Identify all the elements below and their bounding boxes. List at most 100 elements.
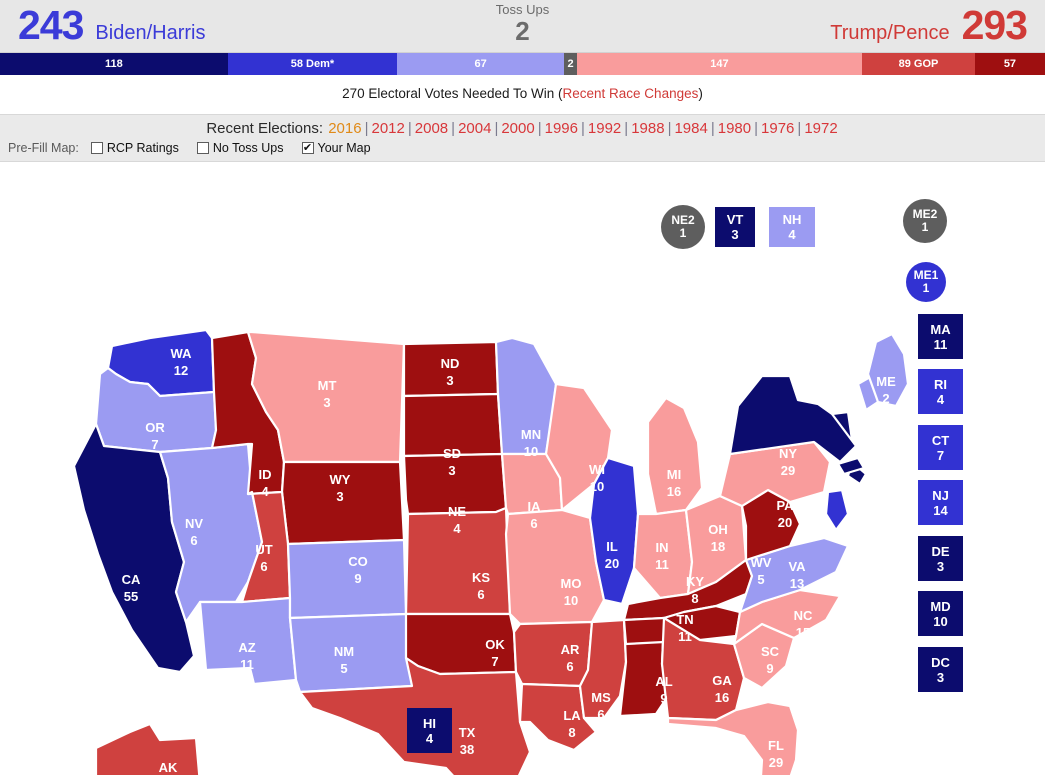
prefill-option-your-map[interactable]: ✔ Your Map xyxy=(301,141,371,155)
state-abbr-wv: WV xyxy=(751,555,772,570)
state-votes-ny: 29 xyxy=(781,463,795,478)
state-votes-il: 20 xyxy=(605,556,619,571)
bar-segment-label: 118 xyxy=(105,58,123,70)
box-state-abbr: CT xyxy=(931,432,950,448)
state-votes-tx: 38 xyxy=(460,742,474,757)
state-votes-mi: 16 xyxy=(667,484,681,499)
box-state-abbr: NJ xyxy=(932,487,949,503)
box-state-ma[interactable]: MA 11 xyxy=(918,314,963,359)
votes-needed-text-before: 270 Electoral Votes Needed To Win ( xyxy=(342,86,563,101)
state-votes-wi: 10 xyxy=(590,479,604,494)
election-year-1992[interactable]: 1992 xyxy=(587,120,622,137)
election-year-1972[interactable]: 1972 xyxy=(803,120,838,137)
circle-state-me1[interactable]: ME1 1 xyxy=(906,262,946,302)
bar-segment-5: 89 GOP xyxy=(862,53,975,75)
election-year-2016[interactable]: 2016 xyxy=(327,120,362,137)
prefill-option-label: RCP Ratings xyxy=(106,141,179,155)
circle-state-ne2[interactable]: NE2 1 xyxy=(661,205,705,249)
state-abbr-nc: NC xyxy=(794,608,813,623)
state-co[interactable] xyxy=(286,538,408,620)
election-year-2004[interactable]: 2004 xyxy=(457,120,492,137)
us-map-svg[interactable]: WA12OR7CA55NV6ID4MT3WY3UT6AZ11CO9NM5ND3S… xyxy=(0,162,1045,775)
state-votes-oh: 18 xyxy=(711,539,725,554)
box-state-hi[interactable]: HI 4 xyxy=(407,708,452,753)
votes-needed-text-after: ) xyxy=(698,86,703,101)
votes-needed-row: 270 Electoral Votes Needed To Win (Recen… xyxy=(0,75,1045,114)
prefill-map-row: Pre-Fill Map: RCP Ratings No Toss Ups ✔ You… xyxy=(0,139,1045,159)
box-state-abbr: DE xyxy=(931,543,950,559)
box-state-votes: 3 xyxy=(936,669,945,685)
state-abbr-tx: TX xyxy=(459,725,476,740)
prefill-option-rcp-ratings[interactable]: RCP Ratings xyxy=(90,141,179,155)
state-abbr-il: IL xyxy=(606,539,618,554)
box-state-ct[interactable]: CT 7 xyxy=(918,425,963,470)
election-year-2008[interactable]: 2008 xyxy=(414,120,449,137)
state-votes-id: 4 xyxy=(261,484,269,499)
state-votes-mt: 3 xyxy=(323,395,330,410)
state-ak[interactable] xyxy=(94,722,201,775)
electoral-vote-bar: 118 58 Dem* 67 2 147 89 GOP 57 xyxy=(0,53,1045,85)
box-state-votes: 11 xyxy=(933,336,948,352)
state-votes-ga: 16 xyxy=(715,690,729,705)
state-votes-mn: 10 xyxy=(524,444,538,459)
prefill-option-label: Your Map xyxy=(317,141,371,155)
year-separator: | xyxy=(364,120,369,137)
box-state-nj[interactable]: NJ 14 xyxy=(918,480,963,525)
state-abbr-ut: UT xyxy=(255,542,272,557)
election-year-1976[interactable]: 1976 xyxy=(760,120,795,137)
circle-state-votes: 1 xyxy=(921,220,929,234)
box-state-vt[interactable]: VT 3 xyxy=(715,207,755,247)
election-year-2000[interactable]: 2000 xyxy=(500,120,535,137)
prefill-option-label: No Toss Ups xyxy=(212,141,284,155)
election-year-1984[interactable]: 1984 xyxy=(673,120,708,137)
state-abbr-pa: PA xyxy=(776,498,794,513)
box-state-md[interactable]: MD 10 xyxy=(918,591,963,636)
circle-state-me2[interactable]: ME2 1 xyxy=(903,199,947,243)
election-year-1996[interactable]: 1996 xyxy=(544,120,579,137)
state-votes-tn: 11 xyxy=(678,629,692,644)
state-abbr-wy: WY xyxy=(330,472,351,487)
state-votes-fl: 29 xyxy=(769,755,783,770)
state-votes-nd: 3 xyxy=(446,373,453,388)
checkbox[interactable]: ✔ xyxy=(301,142,314,154)
scoreboard: 243 Biden/Harris Toss Ups 2 Trump/Pence … xyxy=(0,0,1045,53)
state-abbr-la: LA xyxy=(563,708,581,723)
state-votes-sd: 3 xyxy=(448,463,455,478)
election-year-2012[interactable]: 2012 xyxy=(371,120,406,137)
state-abbr-az: AZ xyxy=(238,640,255,655)
box-state-votes: 4 xyxy=(936,391,945,407)
box-state-de[interactable]: DE 3 xyxy=(918,536,963,581)
state-abbr-ne: NE xyxy=(448,504,466,519)
box-state-nh[interactable]: NH 4 xyxy=(769,207,815,247)
state-votes-ok: 7 xyxy=(491,654,498,669)
prefill-option-no-toss-ups[interactable]: No Toss Ups xyxy=(196,141,284,155)
bar-segment-label: 67 xyxy=(474,58,487,70)
state-votes-ca: 55 xyxy=(124,589,138,604)
box-state-dc[interactable]: DC 3 xyxy=(918,647,963,692)
prefill-map-label: Pre-Fill Map: xyxy=(8,141,79,155)
state-ar[interactable] xyxy=(512,620,594,688)
recent-race-changes-link[interactable]: Recent Race Changes xyxy=(563,86,699,101)
circle-state-votes: 1 xyxy=(679,226,687,240)
box-state-abbr: RI xyxy=(934,376,947,392)
state-votes-mo: 10 xyxy=(564,593,578,608)
bar-segment-label: 89 GOP xyxy=(898,58,939,70)
republican-score-group: Trump/Pence 293 xyxy=(830,2,1028,48)
box-state-ri[interactable]: RI 4 xyxy=(918,369,963,414)
state-votes-wa: 12 xyxy=(174,363,188,378)
state-mo[interactable] xyxy=(504,508,606,626)
checkbox[interactable] xyxy=(90,142,103,154)
box-state-abbr: VT xyxy=(726,212,744,227)
state-votes-in: 11 xyxy=(655,557,669,572)
us-electoral-map[interactable]: WA 12 OR 7 CA 55 NV 6 ID 4 MT 3 WY 3 UT 6 AZ 11 CO 9 NM 5 ND 3 S… xyxy=(0,162,1045,775)
state-abbr-mt: MT xyxy=(318,378,337,393)
checkbox[interactable] xyxy=(196,142,209,154)
box-state-abbr: MD xyxy=(930,598,951,614)
state-abbr-al: AL xyxy=(655,674,672,689)
state-votes-nv: 6 xyxy=(190,533,197,548)
box-state-votes: 10 xyxy=(933,613,948,629)
box-state-votes: 3 xyxy=(936,558,945,574)
election-year-1980[interactable]: 1980 xyxy=(717,120,752,137)
election-year-1988[interactable]: 1988 xyxy=(630,120,665,137)
state-abbr-ky: KY xyxy=(686,574,704,589)
